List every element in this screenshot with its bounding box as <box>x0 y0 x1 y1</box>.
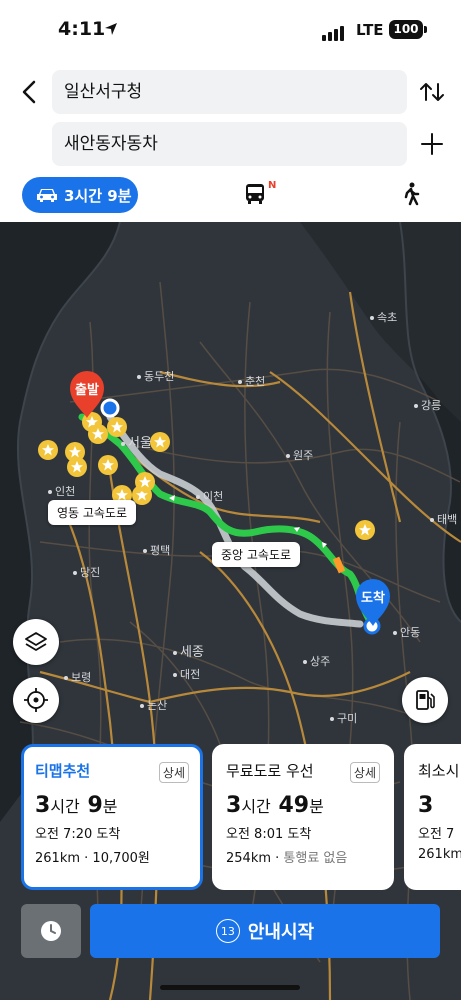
layers-icon <box>25 632 47 651</box>
city-label: 구미 <box>330 710 357 726</box>
clock-icon <box>41 921 61 941</box>
start-navigation-button[interactable]: 13 안내시작 <box>90 904 440 958</box>
route-card-free[interactable]: 무료도로 우선 상세 3시간 49분 오전 8:01 도착 254km · 통행… <box>212 744 394 890</box>
new-badge: N <box>268 180 277 191</box>
city-label: 안동 <box>393 624 420 640</box>
arrival-time: 오전 7 <box>418 827 455 842</box>
city-label: 속초 <box>370 309 397 325</box>
locate-button[interactable] <box>13 677 59 723</box>
crosshair-icon <box>24 688 48 712</box>
route-meta: 254km · 통행료 없음 <box>226 851 348 866</box>
layers-button[interactable] <box>13 619 59 665</box>
fuel-icon <box>416 690 435 710</box>
detail-button[interactable]: 상세 <box>349 762 380 783</box>
route-card-recommended[interactable]: 티맵추천 상세 3시간 9분 오전 7:20 도착 261km · 10,700… <box>21 744 203 890</box>
location-arrow-icon <box>105 23 117 35</box>
road-label: 영동 고속도로 <box>48 500 137 525</box>
arrival-time: 오전 8:01 도착 <box>226 827 312 842</box>
city-label: 춘천 <box>238 373 265 389</box>
detail-button[interactable]: 상세 <box>158 762 189 783</box>
road-label: 중앙 고속도로 <box>212 542 301 567</box>
route-duration: 3시간 9분 <box>35 793 118 818</box>
tab-car-label: 3시간 9분 <box>64 186 132 205</box>
route-duration: 3시간 49분 <box>226 793 324 818</box>
home-indicator <box>160 985 300 990</box>
route-meta: 261km · 10,700원 <box>35 851 150 866</box>
swap-icon[interactable] <box>418 78 446 106</box>
status-bar: 4:11 LTE 100 <box>0 0 461 62</box>
status-time: 4:11 <box>58 18 106 40</box>
bus-icon <box>246 184 264 204</box>
route-name: 최소시 <box>418 762 460 780</box>
origin-field[interactable]: 일산서구청 <box>52 70 407 114</box>
city-label: 평택 <box>143 542 170 558</box>
start-pin-label: 출발 <box>75 383 99 398</box>
tab-car[interactable]: 3시간 9분 <box>22 177 138 213</box>
end-pin-label: 도착 <box>361 591 385 606</box>
walk-icon[interactable] <box>400 182 422 206</box>
city-label: 보령 <box>64 669 91 685</box>
city-label: 세종 <box>173 641 204 660</box>
arrival-time: 오전 7:20 도착 <box>35 827 121 842</box>
city-label: 서울 <box>121 432 152 451</box>
city-label: 이천 <box>196 488 223 504</box>
destination-field[interactable]: 새안동자동차 <box>52 122 407 166</box>
battery-tip <box>424 26 427 33</box>
city-label: 논산 <box>140 697 167 713</box>
city-label: 상주 <box>303 653 330 669</box>
start-pin[interactable]: 출발 <box>66 368 108 420</box>
city-label: 당진 <box>73 564 100 580</box>
end-pin[interactable]: 도착 <box>352 576 394 628</box>
route-duration: 3 <box>418 793 434 818</box>
route-card-shortest[interactable]: 최소시 3 오전 7 261km <box>404 744 461 890</box>
start-navigation-label: 안내시작 <box>247 922 315 943</box>
gas-station-button[interactable] <box>402 677 448 723</box>
schedule-button[interactable] <box>21 904 81 958</box>
battery-icon: 100 <box>389 20 423 39</box>
signal-icon <box>322 22 346 41</box>
add-waypoint-icon[interactable] <box>418 130 446 158</box>
city-label: 동두천 <box>137 368 174 384</box>
city-label: 강릉 <box>414 397 441 413</box>
car-icon <box>37 189 57 202</box>
city-label: 원주 <box>286 447 313 463</box>
countdown-badge: 13 <box>215 919 240 943</box>
tab-transit[interactable]: N <box>244 180 280 210</box>
city-label: 태백 <box>430 511 457 527</box>
route-meta: 261km <box>418 847 461 862</box>
city-label: 인천 <box>48 483 75 499</box>
network-type: LTE <box>356 21 384 39</box>
city-label: 대전 <box>173 666 200 682</box>
back-arrow-icon[interactable] <box>16 78 44 106</box>
